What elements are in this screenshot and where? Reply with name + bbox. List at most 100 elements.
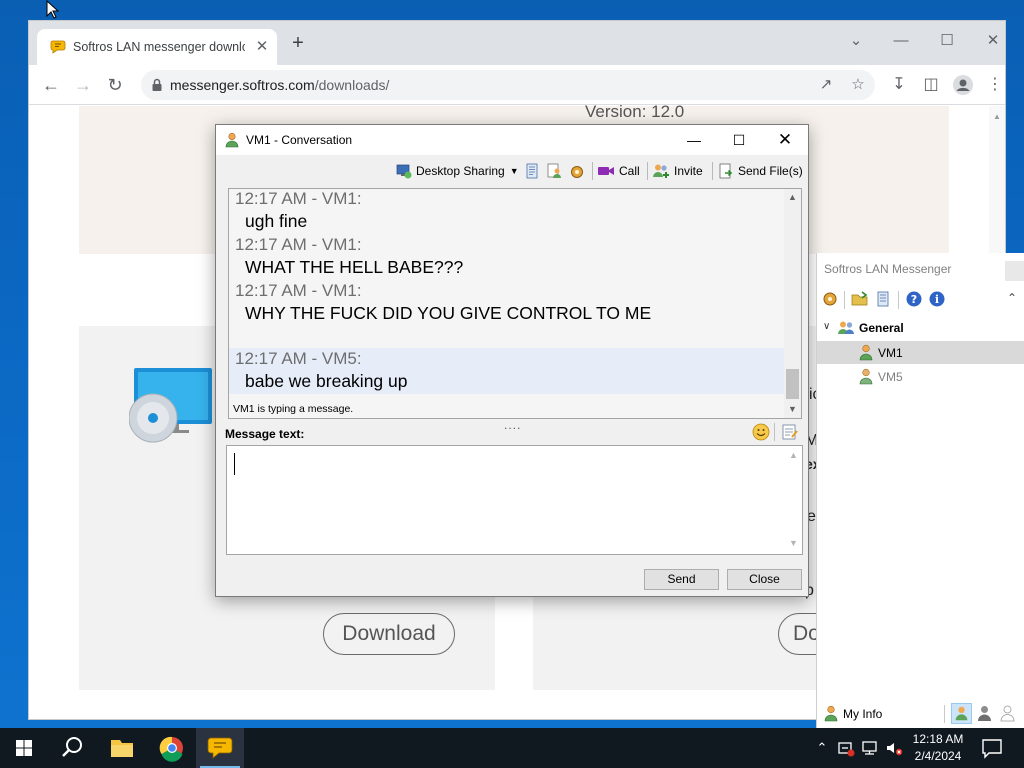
message-input[interactable]: ▲ ▼ <box>226 445 803 555</box>
conversation-titlebar[interactable]: VM1 - Conversation — ☐ ✕ <box>216 125 808 155</box>
version-text: Version: 12.0 <box>585 102 685 121</box>
send-files-button[interactable]: Send File(s) <box>718 161 803 181</box>
contact-vm5[interactable]: VM5 <box>817 365 1024 388</box>
tab-strip: Softros LAN messenger downlo ✕ + ⌄ — ☐ ✕ <box>29 21 1005 65</box>
status-available-icon[interactable] <box>951 703 972 724</box>
clock-time: 12:18 AM <box>912 732 964 746</box>
close-icon[interactable]: ✕ <box>978 27 1005 55</box>
close-icon[interactable]: ✕ <box>763 126 807 154</box>
message-text: WHY THE FUCK DID YOU GIVE CONTROL TO ME <box>245 303 652 323</box>
forward-arrow-icon[interactable]: → <box>69 71 97 99</box>
toolbar-separator <box>712 162 713 180</box>
taskbar-clock[interactable]: 12:18 AM 2/4/2024 <box>906 731 970 765</box>
tray-chevron-up-icon[interactable]: ⌃ <box>812 738 832 758</box>
scroll-down-arrow-icon[interactable]: ▼ <box>787 403 798 415</box>
expand-chevron-icon[interactable]: ∨ <box>823 321 830 332</box>
send-files-label: Send File(s) <box>738 164 803 178</box>
network-icon[interactable] <box>860 738 880 758</box>
installer-disc-icon <box>129 368 212 443</box>
reload-icon[interactable]: ↻ <box>101 71 129 99</box>
browser-tab[interactable]: Softros LAN messenger downlo ✕ <box>37 29 277 65</box>
chat-history-pane[interactable]: 12:17 AM - VM1: ugh fine 12:17 AM - VM1:… <box>228 188 802 419</box>
softros-taskbar-button[interactable] <box>196 728 244 768</box>
minimize-icon[interactable]: — <box>672 126 716 154</box>
scroll-up-arrow-icon[interactable]: ▲ <box>787 191 798 203</box>
windows-start-icon[interactable] <box>0 728 48 768</box>
download-icon[interactable]: ↧ <box>887 73 911 97</box>
settings-gears-icon[interactable] <box>821 290 839 308</box>
input-scrollbar[interactable]: ▲ ▼ <box>785 446 802 554</box>
chat-log: 12:17 AM - VM1: ugh fine 12:17 AM - VM1:… <box>229 189 787 401</box>
panel-button[interactable] <box>1005 261 1024 281</box>
scroll-down-arrow-icon[interactable]: ▼ <box>788 538 799 548</box>
contact-info-icon[interactable] <box>546 161 562 181</box>
profile-avatar-icon[interactable] <box>951 73 975 97</box>
file-explorer-icon[interactable] <box>98 728 146 768</box>
search-icon[interactable] <box>48 728 96 768</box>
tab-close-icon[interactable]: ✕ <box>253 38 271 56</box>
share-icon[interactable]: ↗ <box>815 74 837 96</box>
conversation-window: VM1 - Conversation — ☐ ✕ Desktop Sharing… <box>215 124 809 597</box>
side-panel-icon[interactable]: ◫ <box>919 73 943 97</box>
messenger-toolbar: ? i ⌃ <box>817 287 1024 313</box>
browser-menu-icon[interactable]: ⋮ <box>983 73 1005 97</box>
my-info-button[interactable]: My Info <box>843 707 882 721</box>
message-header: 12:17 AM - VM5: <box>235 349 362 368</box>
text-format-icon[interactable] <box>781 423 799 441</box>
maximize-icon[interactable]: ☐ <box>717 126 761 154</box>
scroll-up-arrow-icon[interactable]: ▲ <box>993 112 1001 121</box>
messenger-panel: Softros LAN Messenger ? i ⌃ ∨ General VM… <box>816 253 1024 728</box>
messenger-status-bar: My Info <box>817 701 1024 727</box>
desktop-sharing-button[interactable]: Desktop Sharing ▼ <box>396 161 519 181</box>
help-icon[interactable]: ? <box>905 290 923 308</box>
collapse-chevron-icon[interactable]: ⌃ <box>1007 291 1017 305</box>
chrome-icon[interactable] <box>148 728 196 768</box>
info-icon[interactable]: i <box>928 290 946 308</box>
windows-taskbar: ⌃ 12:18 AM 2/4/2024 <box>0 728 1024 768</box>
tray-app-icon[interactable] <box>836 738 856 758</box>
call-button[interactable]: Call <box>597 161 640 181</box>
message-header: 12:17 AM - VM1: <box>235 189 362 208</box>
minimize-icon[interactable]: — <box>886 27 916 55</box>
user-icon <box>225 132 239 148</box>
history-icon[interactable] <box>874 290 892 308</box>
url-text: messenger.softros.com/downloads/ <box>170 77 389 93</box>
typing-status: VM1 is typing a message. <box>233 403 354 415</box>
toolbar-separator <box>592 162 593 180</box>
tab-title: Softros LAN messenger downlo <box>73 40 245 54</box>
chat-scrollbar[interactable]: ▲ ▼ <box>784 189 801 418</box>
maximize-icon[interactable]: ☐ <box>932 27 962 55</box>
settings-gears-icon[interactable] <box>568 161 586 181</box>
desktop-sharing-icon <box>396 164 412 179</box>
emoji-smiley-icon[interactable] <box>752 423 770 441</box>
close-button[interactable]: Close <box>727 569 802 590</box>
tab-search-icon[interactable]: ⌄ <box>841 27 871 55</box>
scroll-up-arrow-icon[interactable]: ▲ <box>788 450 799 460</box>
svg-text:i: i <box>935 293 939 306</box>
address-bar[interactable]: messenger.softros.com/downloads/ ↗ ☆ <box>141 70 875 100</box>
download-button[interactable]: Download <box>323 613 455 655</box>
pane-splitter[interactable]: .... <box>504 418 521 432</box>
send-button[interactable]: Send <box>644 569 719 590</box>
my-info-icon[interactable] <box>823 705 839 722</box>
message-text-label: Message text: <box>225 427 305 441</box>
new-tab-button[interactable]: + <box>287 33 309 55</box>
chat-message: 12:17 AM - VM1: WHY THE FUCK DID YOU GIV… <box>229 280 785 348</box>
conversation-toolbar: Desktop Sharing ▼ Call Invite Send File(… <box>216 156 808 186</box>
contact-vm1[interactable]: VM1 <box>817 341 1024 364</box>
back-arrow-icon[interactable]: ← <box>37 71 65 99</box>
history-icon[interactable] <box>524 161 540 181</box>
bookmark-star-icon[interactable]: ☆ <box>847 74 869 96</box>
invite-button[interactable]: Invite <box>652 161 703 181</box>
desktop-sharing-label: Desktop Sharing <box>416 164 505 178</box>
open-folder-icon[interactable] <box>851 290 869 308</box>
message-text: babe we breaking up <box>245 371 408 391</box>
status-away-icon[interactable] <box>974 703 995 724</box>
status-offline-icon[interactable] <box>997 703 1018 724</box>
volume-muted-icon[interactable] <box>884 738 904 758</box>
scroll-thumb[interactable] <box>786 369 799 399</box>
messenger-title: Softros LAN Messenger <box>824 262 952 276</box>
notification-icon[interactable] <box>978 736 1006 760</box>
browser-toolbar: ← → ↻ messenger.softros.com/downloads/ ↗… <box>29 65 1005 105</box>
group-general[interactable]: ∨ General <box>817 317 1024 339</box>
